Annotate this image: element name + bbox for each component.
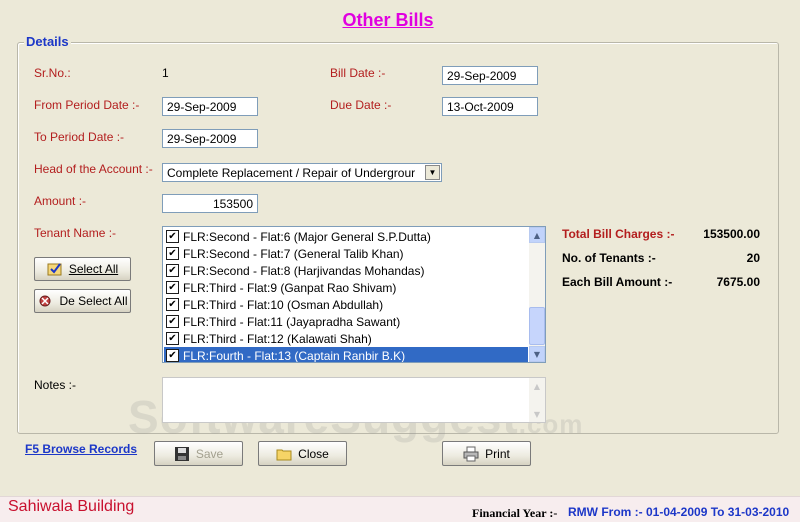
scroll-up-icon[interactable]: ▲: [529, 227, 545, 243]
tenant-label: FLR:Second - Flat:8 (Harjivandas Mohanda…: [183, 263, 425, 278]
print-button[interactable]: Print: [442, 441, 531, 466]
details-legend: Details: [24, 34, 71, 49]
amount-field[interactable]: 153500: [162, 194, 258, 213]
srno-label: Sr.No.:: [34, 66, 71, 80]
print-label: Print: [485, 446, 510, 461]
checkbox[interactable]: ✔: [166, 298, 179, 311]
scroll-down-icon[interactable]: ▼: [529, 346, 545, 362]
tenant-list-item[interactable]: ✔ FLR:Third - Flat:11 (Jayapradha Sawant): [164, 313, 528, 330]
checkbox[interactable]: ✔: [166, 230, 179, 243]
tenant-list-item[interactable]: ✔ FLR:Second - Flat:6 (Major General S.P.…: [164, 228, 528, 245]
total-bill-value: 153500.00: [703, 227, 760, 241]
tenant-list-item[interactable]: ✔ FLR:Third - Flat:10 (Osman Abdullah): [164, 296, 528, 313]
tenant-list-item[interactable]: ✔ FLR:Second - Flat:7 (General Talib Khan…: [164, 245, 528, 262]
head-account-value: Complete Replacement / Repair of Undergr…: [167, 166, 416, 180]
tenant-list-item[interactable]: ✔ FLR:Third - Flat:12 (Kalawati Shah): [164, 330, 528, 347]
checkbox[interactable]: ✔: [166, 281, 179, 294]
close-label: Close: [298, 446, 329, 461]
save-button[interactable]: Save: [154, 441, 243, 466]
de-select-all-label: De Select All: [59, 294, 128, 308]
tenant-list-scrollbar[interactable]: ▲ ▼: [529, 227, 545, 362]
building-name: Sahiwala Building: [8, 498, 135, 515]
to-period-label: To Period Date :-: [34, 130, 125, 144]
floppy-disk-icon: [174, 446, 190, 462]
from-period-field[interactable]: 29-Sep-2009: [162, 97, 258, 116]
select-all-label: Select All: [68, 262, 119, 276]
tenants-count-value: 20: [746, 251, 760, 265]
tenant-list-item[interactable]: ✔ FLR:Fourth - Flat:13 (Captain Ranbir B.…: [164, 347, 528, 363]
financial-year-value: RMW From :- 01-04-2009 To 31-03-2010: [568, 505, 790, 519]
printer-icon: [463, 446, 479, 462]
chevron-down-icon[interactable]: ▼: [425, 165, 440, 180]
notes-scroll-down-icon[interactable]: ▼: [529, 406, 545, 422]
checkbox[interactable]: ✔: [166, 247, 179, 260]
srno-value: 1: [162, 66, 169, 80]
checkbox[interactable]: ✔: [166, 349, 179, 362]
due-date-field[interactable]: 13-Oct-2009: [442, 97, 538, 116]
head-account-select[interactable]: Complete Replacement / Repair of Undergr…: [162, 163, 442, 182]
browse-records-link[interactable]: F5 Browse Records: [25, 442, 137, 456]
checkbox[interactable]: ✔: [166, 315, 179, 328]
tenant-label: FLR:Second - Flat:7 (General Talib Khan): [183, 246, 404, 261]
each-bill-value: 7675.00: [716, 275, 760, 289]
close-button[interactable]: Close: [258, 441, 347, 466]
tenant-list-item[interactable]: ✔ FLR:Second - Flat:8 (Harjivandas Mohand…: [164, 262, 528, 279]
to-period-field[interactable]: 29-Sep-2009: [162, 129, 258, 148]
select-all-button[interactable]: Select All: [34, 257, 131, 281]
amount-label: Amount :-: [34, 194, 87, 208]
bill-date-label: Bill Date :-: [330, 66, 386, 80]
notes-textarea[interactable]: ▲ ▼: [162, 377, 546, 423]
notes-scrollbar[interactable]: ▲ ▼: [529, 378, 545, 422]
tenant-label: FLR:Second - Flat:6 (Major General S.P.D…: [183, 229, 431, 244]
tenant-label: FLR:Third - Flat:10 (Osman Abdullah): [183, 297, 384, 312]
tenants-count-label: No. of Tenants :-: [562, 251, 656, 265]
tenant-list[interactable]: ✔ FLR:Fourth - Flat:13 (Captain Ranbir B.…: [162, 226, 546, 363]
bill-date-field[interactable]: 29-Sep-2009: [442, 66, 538, 85]
folder-icon: [276, 446, 292, 462]
due-date-label: Due Date :-: [330, 98, 392, 112]
scroll-thumb[interactable]: [529, 307, 545, 345]
checkbox[interactable]: ✔: [166, 332, 179, 345]
head-account-label: Head of the Account :-: [34, 162, 153, 176]
uncheck-icon: [37, 293, 53, 309]
check-icon: [47, 261, 63, 277]
financial-year-label: Financial Year :-: [472, 506, 558, 520]
tenant-label: FLR:Third - Flat:11 (Jayapradha Sawant): [183, 314, 401, 329]
from-period-label: From Period Date :-: [34, 98, 140, 112]
notes-scroll-up-icon[interactable]: ▲: [529, 378, 545, 394]
tenant-label: FLR:Third - Flat:12 (Kalawati Shah): [183, 331, 372, 346]
tenant-label: Tenant Name :-: [34, 226, 117, 240]
notes-label: Notes :-: [34, 378, 77, 392]
tenant-list-item[interactable]: ✔ FLR:Third - Flat:9 (Ganpat Rao Shivam): [164, 279, 528, 296]
tenant-label: FLR:Fourth - Flat:13 (Captain Ranbir B.K…: [183, 348, 406, 363]
tenant-label: FLR:Third - Flat:9 (Ganpat Rao Shivam): [183, 280, 397, 295]
de-select-all-button[interactable]: De Select All: [34, 289, 131, 313]
checkbox[interactable]: ✔: [166, 264, 179, 277]
each-bill-label: Each Bill Amount :-: [562, 275, 673, 289]
window-title: Other Bills: [342, 10, 434, 30]
total-bill-label: Total Bill Charges :-: [562, 227, 675, 241]
save-label: Save: [195, 446, 224, 461]
